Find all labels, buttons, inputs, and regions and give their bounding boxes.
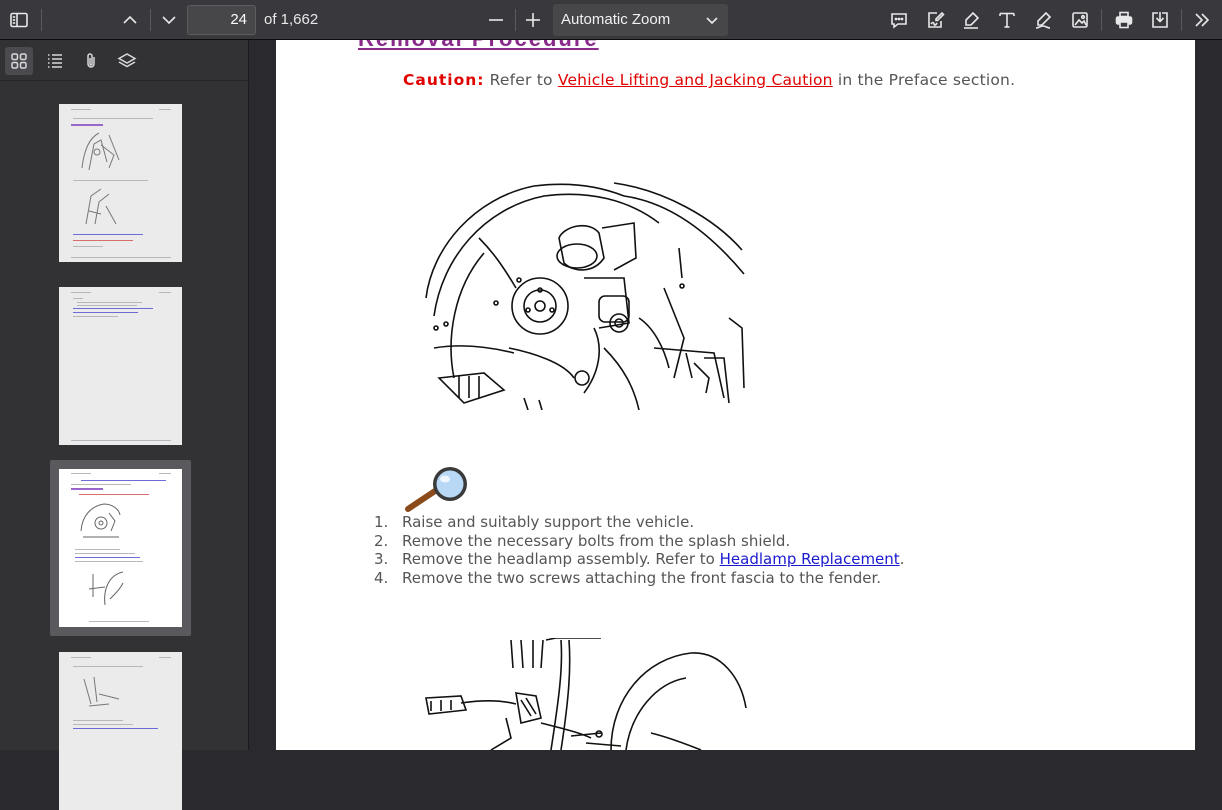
zoom-out-icon bbox=[489, 19, 503, 21]
thumbnail-illustration bbox=[80, 503, 121, 538]
wheel-well-illustration-drawing bbox=[425, 182, 745, 411]
save-button[interactable] bbox=[1146, 6, 1174, 34]
caution-suffix: in the Preface section. bbox=[837, 71, 1016, 89]
caution-label: Caution: bbox=[403, 71, 485, 89]
add-image-button[interactable] bbox=[1066, 6, 1094, 34]
draw-icon bbox=[1035, 11, 1052, 29]
comment-button[interactable] bbox=[885, 6, 913, 34]
signature-button[interactable] bbox=[921, 6, 949, 34]
page-thumbnail-current[interactable] bbox=[59, 469, 182, 627]
procedure-step: 3. Remove the headlamp assembly. Refer to… bbox=[374, 550, 905, 568]
sidebar-toggle-icon bbox=[10, 12, 28, 28]
chevron-down-icon bbox=[706, 17, 718, 25]
sidebar bbox=[0, 40, 249, 810]
sidebar-view-buttons bbox=[0, 40, 249, 81]
chevron-up-icon bbox=[123, 15, 137, 24]
procedure-step: 4. Remove the two screws attaching the fr… bbox=[374, 568, 881, 587]
page-number-input[interactable]: 24 bbox=[187, 5, 256, 35]
more-tools-button[interactable] bbox=[1188, 6, 1216, 34]
toolbar-separator bbox=[515, 9, 516, 31]
caution-link[interactable]: Vehicle Lifting and Jacking Caution bbox=[558, 71, 833, 89]
outline-view-button[interactable] bbox=[41, 47, 69, 75]
zoom-select[interactable]: Automatic Zoom bbox=[553, 4, 728, 36]
thumbnails-view-button[interactable] bbox=[5, 47, 33, 75]
zoom-in-button[interactable] bbox=[519, 6, 547, 34]
thumbnail-illustration bbox=[81, 132, 120, 171]
highlight-button[interactable] bbox=[957, 6, 985, 34]
draw-button[interactable] bbox=[1029, 6, 1057, 34]
magnifier-icon bbox=[404, 464, 474, 519]
toolbar-separator bbox=[1181, 9, 1182, 31]
layers-icon bbox=[117, 53, 137, 68]
save-icon bbox=[1152, 12, 1168, 28]
chevron-down-icon bbox=[162, 16, 176, 25]
wheel-well-illustration bbox=[424, 178, 749, 415]
zoom-select-value: Automatic Zoom bbox=[561, 11, 671, 28]
magnifier-drawing bbox=[405, 467, 467, 512]
previous-page-button[interactable] bbox=[116, 6, 144, 34]
page-thumbnail[interactable] bbox=[59, 287, 182, 445]
page-thumbnail[interactable] bbox=[59, 104, 182, 262]
highlight-icon bbox=[964, 11, 980, 29]
caution-prefix: Refer to bbox=[489, 71, 553, 89]
thumbnail-illustration bbox=[85, 188, 117, 225]
zoom-in-icon bbox=[526, 13, 540, 27]
page-count: of 1,662 bbox=[264, 11, 319, 28]
next-page-button[interactable] bbox=[155, 6, 183, 34]
procedure-steps: 1. Raise and suitably support the vehicle… bbox=[374, 513, 904, 587]
section-title: Removal Procedure bbox=[358, 40, 599, 52]
image-icon bbox=[1072, 12, 1088, 28]
document-viewer[interactable]: Removal Procedure Caution: Refer to Vehi… bbox=[249, 40, 1222, 750]
comment-icon bbox=[891, 13, 907, 29]
headlamp-replacement-link[interactable]: Headlamp Replacement bbox=[720, 550, 900, 568]
text-icon bbox=[999, 12, 1015, 28]
print-button[interactable] bbox=[1110, 6, 1138, 34]
toolbar-separator bbox=[41, 9, 42, 31]
layers-view-button[interactable] bbox=[113, 47, 141, 75]
page-thumbnail[interactable] bbox=[59, 652, 182, 810]
thumbnail-illustration bbox=[83, 676, 120, 707]
fascia-illustration-drawing bbox=[425, 637, 747, 750]
print-icon bbox=[1115, 11, 1133, 29]
attachments-view-button[interactable] bbox=[77, 47, 105, 75]
toolbar-separator bbox=[1101, 9, 1102, 31]
more-tools-icon bbox=[1195, 13, 1210, 27]
zoom-out-button[interactable] bbox=[482, 6, 510, 34]
caution-note: Caution: Refer to Vehicle Lifting and Ja… bbox=[403, 71, 1015, 89]
procedure-step: 1. Raise and suitably support the vehicle… bbox=[374, 513, 695, 531]
fascia-illustration bbox=[421, 637, 751, 750]
sidebar-toggle-button[interactable] bbox=[5, 6, 33, 34]
thumbnail-illustration bbox=[88, 571, 124, 606]
pdf-page: Removal Procedure Caution: Refer to Vehi… bbox=[276, 40, 1195, 750]
text-button[interactable] bbox=[993, 6, 1021, 34]
attachments-icon bbox=[87, 53, 95, 68]
outline-icon bbox=[48, 54, 62, 68]
thumbnails-icon bbox=[11, 53, 27, 69]
signature-icon bbox=[928, 11, 945, 28]
procedure-step: 2. Remove the necessary bolts from the sp… bbox=[374, 531, 791, 550]
toolbar: 24 of 1,662 Automatic Zoom bbox=[0, 0, 1222, 40]
toolbar-separator bbox=[150, 9, 151, 31]
